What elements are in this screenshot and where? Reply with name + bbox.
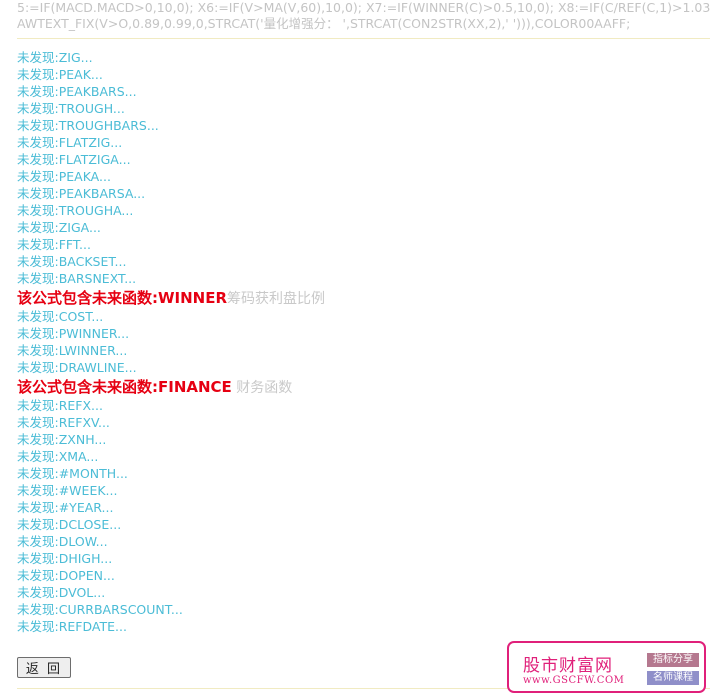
warning-description: 筹码获利盘比例 xyxy=(227,291,326,307)
formula-code-block: 5:=IF(MACD.MACD>0,10,0); X6:=IF(V>MA(V,6… xyxy=(17,0,710,32)
not-found-item: 未发现:PEAKA... xyxy=(17,169,111,184)
not-found-item: 未发现:FLATZIGA... xyxy=(17,152,131,167)
top-divider xyxy=(17,38,710,39)
not-found-item: 未发现:COST... xyxy=(17,309,104,324)
future-function-warning: 该公式包含未来函数:FINANCE 财务函数 xyxy=(17,378,697,396)
not-found-item: 未发现:XMA... xyxy=(17,449,99,464)
warning-description: 财务函数 xyxy=(231,380,293,396)
not-found-item: 未发现:CURRBARSCOUNT... xyxy=(17,602,183,617)
not-found-item: 未发现:TROUGH... xyxy=(17,101,125,116)
not-found-item: 未发现:TROUGHA... xyxy=(17,203,134,218)
not-found-item: 未发现:DLOW... xyxy=(17,534,108,549)
not-found-item: 未发现:DRAWLINE... xyxy=(17,360,137,375)
not-found-item: 未发现:#YEAR... xyxy=(17,500,114,515)
not-found-item: 未发现:DHIGH... xyxy=(17,551,113,566)
not-found-item: 未发现:PEAK... xyxy=(17,67,103,82)
not-found-item: 未发现:REFXV... xyxy=(17,415,110,430)
not-found-item: 未发现:#MONTH... xyxy=(17,466,128,481)
not-found-item: 未发现:LWINNER... xyxy=(17,343,128,358)
not-found-item: 未发现:TROUGHBARS... xyxy=(17,118,159,133)
not-found-item: 未发现:FFT... xyxy=(17,237,91,252)
logo-tag-courses: 名师课程 xyxy=(647,671,699,685)
not-found-item: 未发现:REFDATE... xyxy=(17,619,127,634)
not-found-item: 未发现:REFX... xyxy=(17,398,103,413)
not-found-item: 未发现:ZXNH... xyxy=(17,432,107,447)
check-results-list: 未发现:ZIG... 未发现:PEAK... 未发现:PEAKBARS... 未发现:… xyxy=(17,49,697,635)
warning-text: 该公式包含未来函数:WINNER xyxy=(17,289,228,307)
back-button[interactable]: 返 回 xyxy=(17,657,71,678)
formula-code-line: 5:=IF(MACD.MACD>0,10,0); X6:=IF(V>MA(V,6… xyxy=(17,0,710,15)
logo-url: www.GSCFW.COM xyxy=(523,675,625,686)
not-found-item: 未发现:FLATZIG... xyxy=(17,135,123,150)
not-found-item: 未发现:DCLOSE... xyxy=(17,517,122,532)
logo-tag-share: 指标分享 xyxy=(647,653,699,667)
warning-text: 该公式包含未来函数:FINANCE xyxy=(17,378,232,396)
not-found-item: 未发现:#WEEK... xyxy=(17,483,118,498)
not-found-item: 未发现:ZIGA... xyxy=(17,220,101,235)
not-found-item: 未发现:PWINNER... xyxy=(17,326,130,341)
formula-code-line: AWTEXT_FIX(V>O,0.89,0.99,0,STRCAT('量化增强分… xyxy=(17,16,631,31)
site-logo[interactable]: 股市财富网 www.GSCFW.COM 指标分享 名师课程 xyxy=(507,641,706,693)
not-found-item: 未发现:BARSNEXT... xyxy=(17,271,137,286)
not-found-item: 未发现:ZIG... xyxy=(17,50,93,65)
future-function-warning: 该公式包含未来函数:WINNER筹码获利盘比例 xyxy=(17,289,697,307)
not-found-item: 未发现:BACKSET... xyxy=(17,254,127,269)
not-found-item: 未发现:DVOL... xyxy=(17,585,106,600)
not-found-item: 未发现:DOPEN... xyxy=(17,568,115,583)
logo-title: 股市财富网 xyxy=(523,656,613,676)
not-found-item: 未发现:PEAKBARS... xyxy=(17,84,137,99)
not-found-item: 未发现:PEAKBARSA... xyxy=(17,186,146,201)
